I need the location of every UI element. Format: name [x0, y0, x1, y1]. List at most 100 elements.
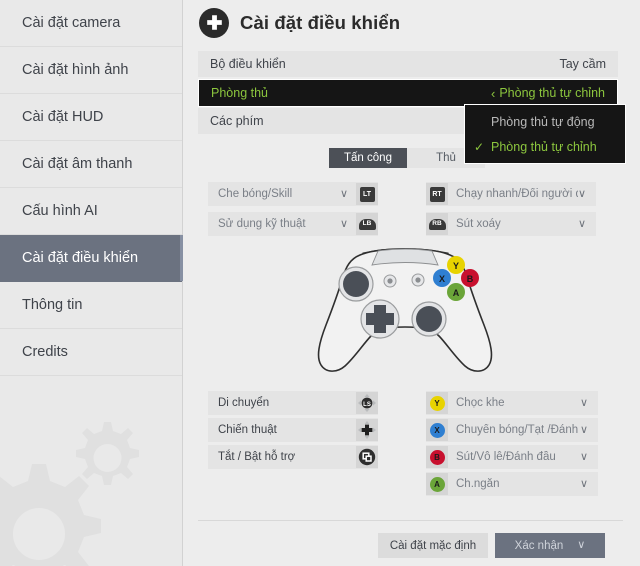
action-label: Chiến thuật — [218, 424, 277, 436]
control-row-rt[interactable]: RT Chạy nhanh/Đổi người đá ∨ — [426, 182, 596, 206]
action-label: Tắt / Bật hỗ trợ — [218, 451, 296, 463]
setting-label: Phòng thủ — [211, 86, 268, 100]
chevron-left-icon[interactable]: ‹ — [491, 87, 495, 100]
chevron-down-icon: ∨ — [577, 539, 586, 551]
lt-glyph: LT — [359, 186, 375, 202]
lt-button-badge: LT — [356, 183, 378, 205]
dropdown-option-label: Phòng thủ tự động — [491, 114, 595, 129]
left-stick-glyph: LS — [358, 394, 376, 412]
svg-text:LS: LS — [363, 402, 371, 408]
control-row-lb[interactable]: Sử dụng kỹ thuật ∨ LB — [208, 212, 378, 236]
reset-defaults-button[interactable]: Cài đặt mặc định — [378, 533, 488, 558]
sidebar-item-3[interactable]: Cài đặt âm thanh — [0, 141, 182, 188]
main-panel: Cài đặt điều khiển Bộ điều khiển Tay cầm… — [183, 0, 640, 566]
control-label: Sút xoáy — [456, 218, 501, 230]
confirm-label: Xác nhận — [514, 539, 564, 552]
chevron-down-icon[interactable]: ∨ — [580, 451, 588, 463]
dpad-icon — [199, 7, 229, 38]
left-stick-icon: LS — [356, 392, 378, 414]
sidebar-item-label: Cài đặt camera — [22, 15, 121, 31]
footer-divider — [198, 520, 623, 521]
setting-value: Tay cầm — [559, 57, 606, 71]
sidebar-item-4[interactable]: Cấu hình AI — [0, 188, 182, 235]
chevron-down-icon[interactable]: ∨ — [340, 218, 348, 230]
action-label: Chọc khe — [456, 397, 505, 409]
sidebar-item-1[interactable]: Cài đặt hình ảnh — [0, 47, 182, 94]
action-row-short-pass[interactable]: A Ch.ngắn ∨ — [426, 472, 598, 496]
defense-dropdown-menu[interactable]: Phòng thủ tự động ✓ Phòng thủ tự chỉnh — [464, 104, 626, 164]
setting-value: Phòng thủ tự chỉnh — [499, 86, 605, 100]
gears-svg — [0, 422, 139, 566]
setting-value-group: ‹ Phòng thủ tự chỉnh — [491, 86, 605, 100]
dropdown-option-auto[interactable]: Phòng thủ tự động — [465, 109, 625, 134]
settings-window: Cài đặt camera Cài đặt hình ảnh Cài đặt … — [0, 0, 640, 566]
rb-glyph: RB — [428, 218, 446, 230]
setting-row-controller[interactable]: Bộ điều khiển Tay cầm — [198, 51, 618, 77]
rb-button-badge: RB — [426, 213, 448, 235]
sidebar-item-label: Credits — [22, 344, 68, 360]
action-row-assist-toggle[interactable]: Tắt / Bật hỗ trợ — [208, 445, 378, 469]
setting-row-defense[interactable]: Phòng thủ ‹ Phòng thủ tự chỉnh — [198, 79, 618, 107]
chevron-down-icon[interactable]: ∨ — [580, 478, 588, 490]
sidebar-item-controls[interactable]: Cài đặt điều khiển — [0, 235, 183, 282]
action-row-cross[interactable]: X Chuyển bóng/Tạt /Đánh d ∨ — [426, 418, 598, 442]
chevron-down-icon[interactable]: ∨ — [578, 188, 586, 200]
gears-decoration — [0, 416, 182, 566]
control-label: Sử dụng kỹ thuật — [218, 218, 306, 230]
page-header: Cài đặt điều khiển — [183, 0, 640, 45]
action-row-through-ball[interactable]: Y Chọc khe ∨ — [426, 391, 598, 415]
control-label: Chạy nhanh/Đổi người đá — [456, 188, 578, 200]
chevron-down-icon[interactable]: ∨ — [580, 424, 588, 436]
setting-label: Bộ điều khiển — [210, 57, 286, 71]
y-button-glyph: Y — [429, 395, 445, 411]
chevron-down-icon[interactable]: ∨ — [340, 188, 348, 200]
sidebar-item-7[interactable]: Credits — [0, 329, 182, 376]
page-title: Cài đặt điều khiển — [240, 11, 401, 33]
action-label: Sút/Vô lê/Đánh đầu — [456, 451, 556, 463]
control-label: Che bóng/Skill — [218, 188, 293, 200]
dropdown-option-custom[interactable]: ✓ Phòng thủ tự chỉnh — [465, 134, 625, 159]
sidebar-item-0[interactable]: Cài đặt camera — [0, 0, 182, 47]
sidebar-item-label: Cài đặt hình ảnh — [22, 62, 129, 78]
xbox-controller-illustration: Y X B A — [293, 243, 518, 388]
svg-text:X: X — [439, 274, 445, 284]
confirm-button[interactable]: Xác nhận ∨ — [495, 533, 605, 558]
x-button-glyph: X — [429, 422, 445, 438]
y-button-badge: Y — [426, 392, 448, 414]
control-row-rb[interactable]: RB Sút xoáy ∨ — [426, 212, 596, 236]
sidebar-item-label: Cài đặt điều khiển — [22, 250, 139, 266]
sidebar-item-6[interactable]: Thông tin — [0, 282, 182, 329]
svg-text:B: B — [467, 274, 474, 284]
sidebar-item-label: Cài đặt HUD — [22, 109, 104, 125]
action-row-shoot[interactable]: B Sút/Vô lê/Đánh đầu ∨ — [426, 445, 598, 469]
sidebar-item-label: Thông tin — [22, 297, 83, 313]
sidebar-item-label: Cấu hình AI — [22, 203, 98, 219]
setting-label: Các phím — [210, 114, 264, 128]
action-label: Chuyển bóng/Tạt /Đánh d — [456, 424, 580, 436]
b-button-badge: B — [426, 446, 448, 468]
control-row-lt[interactable]: Che bóng/Skill ∨ LT — [208, 182, 378, 206]
tab-bar: Tấn công Thủ — [329, 148, 485, 168]
action-label: Ch.ngắn — [456, 478, 500, 490]
view-button-glyph — [358, 448, 376, 466]
chevron-down-icon[interactable]: ∨ — [578, 218, 586, 230]
dpad-cross-glyph — [358, 421, 376, 439]
dropdown-option-label: Phòng thủ tự chỉnh — [491, 139, 597, 154]
chevron-down-icon[interactable]: ∨ — [580, 397, 588, 409]
sidebar-item-label: Cài đặt âm thanh — [22, 156, 133, 172]
svg-text:A: A — [453, 288, 460, 298]
dpad-glyph — [206, 15, 222, 30]
b-button-glyph: B — [429, 449, 445, 465]
sidebar-item-2[interactable]: Cài đặt HUD — [0, 94, 182, 141]
svg-text:Y: Y — [453, 261, 459, 271]
lb-button-badge: LB — [356, 213, 378, 235]
controller-svg: Y X B A — [317, 247, 493, 372]
view-button-icon — [356, 446, 378, 468]
rt-button-badge: RT — [426, 183, 448, 205]
action-row-move[interactable]: Di chuyển LS — [208, 391, 378, 415]
rt-glyph: RT — [429, 186, 445, 202]
lb-glyph: LB — [358, 218, 376, 230]
action-row-tactics[interactable]: Chiến thuật — [208, 418, 378, 442]
tab-attack[interactable]: Tấn công — [329, 148, 407, 168]
a-button-glyph: A — [429, 476, 445, 492]
